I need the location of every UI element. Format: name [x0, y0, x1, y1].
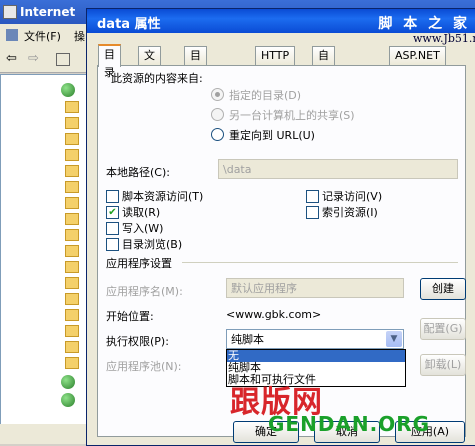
radio-redirect-url-label: 重定向到 URL(U) [229, 129, 315, 142]
app-settings-heading: 应用程序设置 [106, 257, 172, 270]
checkbox-directory-browsing-label: 目录浏览(B) [122, 238, 183, 251]
folder-icon[interactable] [65, 117, 79, 129]
background-toolbar: ⇦ ⇨ [0, 46, 100, 73]
radio-network-share-label: 另一台计算机上的共享(S) [229, 109, 355, 122]
watermark-site-name: 脚 本 之 家 [378, 16, 470, 32]
globe-icon[interactable] [61, 393, 75, 407]
checkbox-script-source-access-label: 脚本资源访问(T) [122, 190, 204, 203]
start-point-value: <www.gbk.com> [226, 308, 322, 321]
start-point-label: 开始位置: [106, 310, 154, 323]
menu-action[interactable]: 操 [74, 28, 85, 44]
content-source-heading: 此资源的内容来自: [111, 72, 203, 85]
checkbox-index-resource-label: 索引资源(I) [322, 206, 378, 219]
watermark-url: www.Jb51.net [413, 32, 475, 45]
folder-icon[interactable] [65, 357, 79, 369]
folder-icon[interactable] [65, 229, 79, 241]
menu-file[interactable]: 文件(F) [24, 28, 61, 44]
local-path-label: 本地路径(C): [106, 166, 170, 179]
app-menu-icon[interactable] [6, 29, 18, 41]
app-name-label: 应用程序名(M): [106, 285, 183, 298]
app-name-input[interactable]: 默认应用程序 [226, 278, 404, 298]
radio-local-directory[interactable] [211, 88, 224, 101]
local-path-input[interactable]: \data [218, 159, 458, 179]
folder-icon[interactable] [65, 197, 79, 209]
tab-directory[interactable]: 目录 [98, 44, 121, 79]
execute-permissions-label: 执行权限(P): [106, 335, 169, 348]
globe-icon[interactable] [61, 83, 75, 97]
tab-http-headers[interactable]: HTTP 头 [255, 46, 296, 80]
folder-icon[interactable] [65, 325, 79, 337]
folder-icon[interactable] [65, 309, 79, 321]
checkbox-read[interactable]: ✔ [106, 206, 119, 219]
chevron-down-icon[interactable]: ▼ [386, 331, 402, 347]
dialog-titlebar: data 属性 脚 本 之 家 [87, 9, 475, 33]
tab-directory-security[interactable]: 目录安全性 [184, 46, 207, 134]
folder-icon[interactable] [65, 165, 79, 177]
folder-icon[interactable] [65, 245, 79, 257]
execute-permissions-select[interactable]: 纯脚本 ▼ [226, 329, 404, 349]
checkbox-log-visits[interactable] [306, 190, 319, 203]
checkbox-log-visits-label: 记录访问(V) [322, 190, 383, 203]
background-menubar: 文件(F) 操 [0, 24, 100, 46]
unload-button[interactable]: 卸载(L) [420, 354, 466, 376]
configure-button[interactable]: 配置(G) [420, 318, 466, 340]
group-divider [182, 262, 458, 263]
up-folder-icon[interactable] [56, 53, 70, 66]
folder-icon[interactable] [65, 181, 79, 193]
tab-aspnet[interactable]: ASP.NET [389, 46, 446, 65]
folder-icon[interactable] [65, 101, 79, 113]
folder-icon[interactable] [65, 261, 79, 273]
execute-permissions-value: 纯脚本 [231, 333, 264, 346]
globe-icon[interactable] [61, 375, 75, 389]
checkbox-read-label: 读取(R) [122, 206, 161, 219]
tab-custom-errors[interactable]: 自定义错误 [312, 46, 335, 134]
app-pool-label: 应用程序池(N): [106, 360, 182, 373]
folder-icon[interactable] [65, 149, 79, 161]
forward-arrow-icon[interactable]: ⇨ [28, 51, 39, 66]
folder-icon[interactable] [65, 213, 79, 225]
checkbox-script-source-access[interactable] [106, 190, 119, 203]
watermark-logo-sub: GENDAN.ORG [268, 412, 431, 436]
folder-icon[interactable] [65, 277, 79, 289]
tree-pane [0, 74, 92, 426]
background-window-title: Internet [20, 5, 76, 19]
radio-network-share [211, 108, 224, 121]
checkbox-write[interactable] [106, 222, 119, 235]
folder-icon[interactable] [65, 133, 79, 145]
create-button[interactable]: 创建 [420, 278, 466, 300]
tab-documents[interactable]: 文档 [138, 46, 161, 80]
folder-icon[interactable] [65, 293, 79, 305]
radio-local-directory-label: 指定的目录(D) [229, 89, 302, 102]
folder-icon[interactable] [65, 341, 79, 353]
radio-redirect-url[interactable] [211, 128, 224, 141]
checkbox-index-resource[interactable] [306, 206, 319, 219]
checkbox-write-label: 写入(W) [122, 222, 164, 235]
checkbox-directory-browsing[interactable] [106, 238, 119, 251]
iis-icon [3, 5, 17, 19]
back-arrow-icon[interactable]: ⇦ [6, 51, 17, 66]
dialog-title: data 属性 [97, 17, 161, 32]
